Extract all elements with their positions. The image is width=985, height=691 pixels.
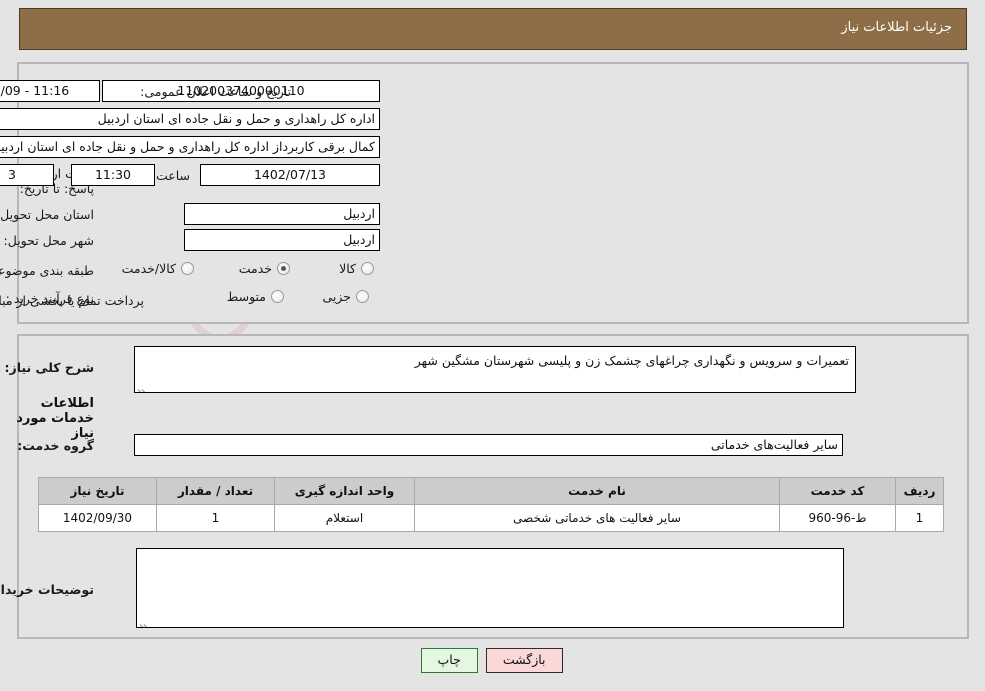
th-quantity: تعداد / مقدار	[157, 477, 276, 505]
radio-indicator[interactable]	[362, 262, 375, 275]
page-title: جزئیات اطلاعات نیاز	[842, 20, 953, 35]
process-option-label: متوسط	[227, 289, 267, 304]
print-button[interactable]: چاپ	[421, 648, 479, 673]
radio-indicator[interactable]	[357, 290, 370, 303]
buyer-notes-label: توضیحات خریدار:	[0, 582, 95, 597]
service-group-label: گروه خدمت:	[18, 438, 95, 453]
th-code: کد خدمت	[780, 477, 897, 505]
deadline-time-label: ساعت	[156, 168, 191, 183]
process-radio-jozei[interactable]: جزیی	[323, 289, 370, 304]
needs-table-wrapper: ردیف کد خدمت نام خدمت واحد اندازه گیری ت…	[39, 477, 945, 532]
page-header-bar: جزئیات اطلاعات نیاز	[20, 8, 968, 50]
city-value: اردبیل	[185, 229, 381, 251]
table-header-row: ردیف کد خدمت نام خدمت واحد اندازه گیری ت…	[39, 477, 945, 505]
city-label: شهر محل تحویل:	[4, 233, 95, 248]
deadline-date-value: 1402/07/13	[201, 164, 381, 186]
general-desc-textarea[interactable]: تعمیرات و سرویس و نگهداری چراغهای چشمک ز…	[135, 346, 857, 393]
general-desc-label: شرح کلی نیاز:	[5, 360, 95, 375]
announce-datetime-label: تاریخ و ساعت اعلان عمومی:	[141, 84, 292, 99]
footer-button-row: بازگشت چاپ	[0, 648, 985, 673]
buyer-org-value: اداره کل راهداری و حمل و نقل جاده ای است…	[0, 108, 381, 130]
province-value: اردبیل	[185, 203, 381, 225]
process-option-label: جزیی	[323, 289, 352, 304]
th-name: نام خدمت	[415, 477, 781, 505]
category-radio-kala[interactable]: کالا	[340, 261, 375, 276]
treasury-note: پرداخت تمام یا بخشی از مبلغ خرید،از محل …	[0, 293, 145, 308]
category-option-label: کالا	[340, 261, 357, 276]
cell-date: 1402/09/30	[39, 504, 158, 532]
cell-quantity: 1	[157, 504, 276, 532]
th-date: تاریخ نیاز	[39, 477, 158, 505]
requester-value: کمال برقی کاربرداز اداره کل راهداری و حم…	[0, 136, 381, 158]
resize-grip-icon[interactable]	[140, 614, 152, 627]
remaining-days-value: 3	[0, 164, 55, 186]
category-option-label: خدمت	[239, 261, 273, 276]
radio-indicator[interactable]	[272, 290, 285, 303]
th-radif: ردیف	[896, 477, 945, 505]
radio-indicator[interactable]	[278, 262, 291, 275]
process-radio-motavaset[interactable]: متوسط	[228, 289, 285, 304]
cell-name: سایر فعالیت های خدماتی شخصی	[415, 504, 781, 532]
table-row[interactable]: 1 ط-96-960 سایر فعالیت های خدماتی شخصی ا…	[39, 504, 945, 532]
buyer-notes-textarea[interactable]	[137, 548, 845, 628]
needs-table: ردیف کد خدمت نام خدمت واحد اندازه گیری ت…	[39, 477, 945, 532]
province-label: استان محل تحویل:	[0, 207, 95, 222]
category-radio-kala-khedmat[interactable]: کالا/خدمت	[123, 261, 195, 276]
general-desc-value: تعمیرات و سرویس و نگهداری چراغهای چشمک ز…	[415, 353, 850, 368]
back-button[interactable]: بازگشت	[486, 648, 564, 673]
deadline-time-value: 11:30	[72, 164, 156, 186]
cell-unit: استعلام	[275, 504, 416, 532]
cell-code: ط-96-960	[780, 504, 897, 532]
service-group-value: سایر فعالیت‌های خدماتی	[135, 434, 844, 456]
category-radio-khedmat[interactable]: خدمت	[240, 261, 291, 276]
page-root: AriaTender.net جزئیات اطلاعات نیاز شماره…	[0, 0, 985, 691]
cell-radif: 1	[896, 504, 945, 532]
category-label: طبقه بندی موضوعی:	[0, 263, 95, 278]
category-option-label: کالا/خدمت	[122, 261, 177, 276]
services-section-title: اطلاعات خدمات مورد نیاز	[17, 396, 95, 441]
th-unit: واحد اندازه گیری	[275, 477, 416, 505]
radio-indicator[interactable]	[182, 262, 195, 275]
announce-datetime-value: 11:16 - 1402/07/09	[0, 80, 101, 102]
resize-grip-icon[interactable]	[138, 379, 150, 392]
